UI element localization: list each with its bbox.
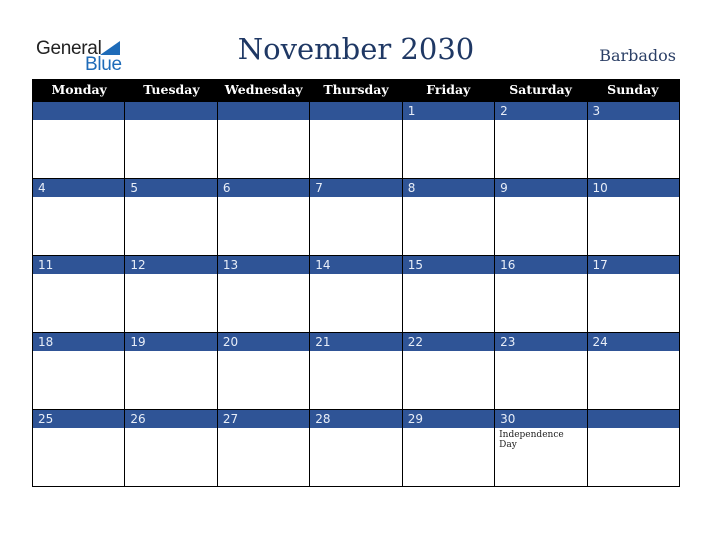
day-cell[interactable]: [586, 274, 679, 332]
day-number: 13: [216, 256, 309, 274]
day-number: [124, 102, 216, 120]
day-number: 23: [494, 333, 586, 351]
day-number: 16: [494, 256, 586, 274]
calendar-grid: Monday Tuesday Wednesday Thursday Friday…: [32, 79, 680, 487]
day-number: 21: [309, 333, 401, 351]
day-cell[interactable]: [216, 197, 309, 255]
day-number: 6: [216, 179, 309, 197]
day-number: 24: [586, 333, 679, 351]
day-cell[interactable]: Independence Day: [494, 428, 586, 486]
day-cell[interactable]: [124, 274, 216, 332]
day-number: 26: [124, 410, 216, 428]
day-cell[interactable]: [401, 351, 494, 409]
weekday-header: Monday Tuesday Wednesday Thursday Friday…: [33, 79, 679, 101]
day-cell[interactable]: [33, 197, 124, 255]
day-number: 22: [401, 333, 494, 351]
weekday-saturday: Saturday: [509, 82, 572, 97]
calendar-week: 4 5 6 7 8 9 10: [33, 178, 679, 255]
weekday-tuesday: Tuesday: [143, 82, 200, 97]
day-number: 25: [38, 412, 54, 426]
day-cell[interactable]: [216, 120, 309, 178]
day-cell[interactable]: [216, 351, 309, 409]
day-number-strip: 11 12 13 14 15 16 17: [33, 256, 679, 274]
day-number: 9: [494, 179, 586, 197]
day-cell[interactable]: [33, 274, 124, 332]
day-cell[interactable]: [401, 274, 494, 332]
day-number: 19: [124, 333, 216, 351]
day-cell[interactable]: [124, 197, 216, 255]
day-number: [216, 102, 309, 120]
day-cell[interactable]: [309, 428, 401, 486]
day-number: 8: [401, 179, 494, 197]
day-number-strip: 123: [33, 102, 679, 120]
day-number: [586, 410, 679, 428]
day-number: 17: [586, 256, 679, 274]
day-number: 11: [38, 258, 54, 272]
day-number: 14: [309, 256, 401, 274]
day-number: 28: [309, 410, 401, 428]
day-cell[interactable]: [33, 351, 124, 409]
day-number: 2: [494, 102, 586, 120]
calendar-week: 25 26 27 28 29 30 Independence Day: [33, 409, 679, 486]
day-cell[interactable]: [124, 351, 216, 409]
day-cell[interactable]: [401, 197, 494, 255]
day-number: 4: [38, 181, 46, 195]
day-cell[interactable]: [586, 120, 679, 178]
day-number: 18: [38, 335, 54, 349]
weekday-friday: Friday: [426, 82, 471, 97]
weekday-wednesday: Wednesday: [224, 82, 303, 97]
day-cell[interactable]: [586, 351, 679, 409]
day-number: 10: [586, 179, 679, 197]
day-cells-row: [33, 351, 679, 409]
day-number: 15: [401, 256, 494, 274]
day-cell[interactable]: [494, 197, 586, 255]
day-number: 7: [309, 179, 401, 197]
calendar-week: 11 12 13 14 15 16 17: [33, 255, 679, 332]
day-number-strip: 18 19 20 21 22 23 24: [33, 333, 679, 351]
day-cell[interactable]: [586, 197, 679, 255]
day-number-strip: 4 5 6 7 8 9 10: [33, 179, 679, 197]
day-cell[interactable]: [216, 428, 309, 486]
country-label: Barbados: [599, 46, 676, 65]
calendar-week: 18 19 20 21 22 23 24: [33, 332, 679, 409]
day-cell[interactable]: [494, 351, 586, 409]
day-number: 20: [216, 333, 309, 351]
day-number: 1: [401, 102, 494, 120]
day-cell[interactable]: [401, 428, 494, 486]
day-cell[interactable]: [124, 120, 216, 178]
day-cell[interactable]: [401, 120, 494, 178]
day-cells-row: [33, 274, 679, 332]
day-cell[interactable]: [309, 197, 401, 255]
day-cell[interactable]: [33, 120, 124, 178]
day-cell[interactable]: [309, 351, 401, 409]
day-number-strip: 25 26 27 28 29 30: [33, 410, 679, 428]
day-number: 30: [494, 410, 586, 428]
day-cell[interactable]: [124, 428, 216, 486]
day-number: 5: [124, 179, 216, 197]
day-cell[interactable]: [309, 274, 401, 332]
day-number: 29: [401, 410, 494, 428]
day-number: [309, 102, 401, 120]
weekday-sunday: Sunday: [607, 82, 659, 97]
day-number: 3: [586, 102, 679, 120]
day-cell[interactable]: [33, 428, 124, 486]
weekday-thursday: Thursday: [323, 82, 389, 97]
day-cell[interactable]: [586, 428, 679, 486]
day-cell[interactable]: [309, 120, 401, 178]
day-cell[interactable]: [216, 274, 309, 332]
day-number: 27: [216, 410, 309, 428]
day-cell[interactable]: [494, 120, 586, 178]
day-cells-row: [33, 197, 679, 255]
day-cell[interactable]: [494, 274, 586, 332]
weekday-monday: Monday: [51, 82, 107, 97]
day-cells-row: [33, 120, 679, 178]
day-cells-row: Independence Day: [33, 428, 679, 486]
day-number: [33, 102, 124, 120]
day-number: 12: [124, 256, 216, 274]
calendar-week: 123: [33, 101, 679, 178]
